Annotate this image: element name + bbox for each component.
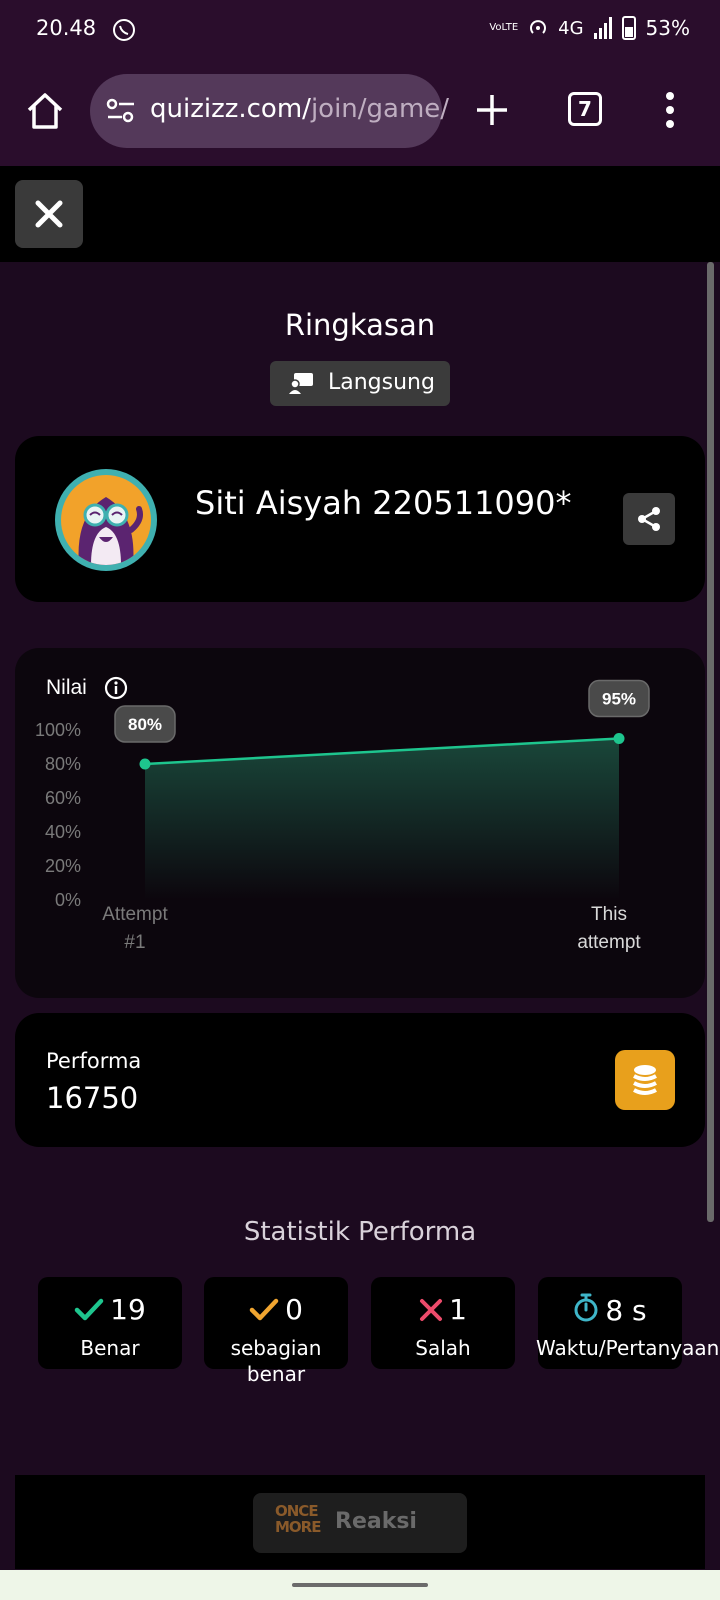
mode-badge-label: Langsung [328,370,435,395]
browser-chrome: 20.48 VoLTE 4G 53% quizizz.com/join/game… [0,0,720,166]
stat-correct: 19 Benar [38,1277,182,1369]
stat-wrong: 1 Salah [371,1277,515,1369]
share-button[interactable] [623,493,675,545]
share-icon [638,507,660,531]
battery-percent: 53% [645,16,690,40]
check-icon [249,1298,279,1321]
stat-wrong-label: Salah [415,1336,471,1360]
close-icon [35,200,63,228]
avatar-character-icon [78,497,143,565]
hotspot-icon [530,20,547,34]
user-name: Siti Aisyah 220511090* [195,484,572,522]
avatar [55,469,157,571]
volte-icon: VoLTE [489,22,519,33]
y-tick-label: 40% [45,822,81,842]
reaction-bar: ONCE MORE Reaksi [15,1475,705,1569]
performance-label: Performa [46,1049,142,1073]
home-icon[interactable] [24,90,66,132]
x-tick-label: Attempt #1 [102,904,168,953]
quiz-top-bar [0,166,720,262]
stat-wrong-value: 1 [449,1293,467,1326]
info-icon[interactable] [104,676,128,700]
url-domain: quizizz.com/ [150,94,311,124]
cross-icon [420,1299,443,1321]
signal-icon [593,17,612,39]
reaction-logo: ONCE MORE [275,1502,321,1536]
url-text: quizizz.com/join/game/ [150,94,449,124]
stat-time-value: 8 s [605,1294,647,1327]
y-tick-label: 60% [45,788,81,808]
y-tick-label: 100% [35,720,81,740]
stopwatch-icon [574,1293,598,1322]
site-settings-icon[interactable] [106,98,136,124]
score-chart-card: Nilai 100% 80% 60% 40% 20% 0% Attempt #1 This at… [15,648,705,998]
performance-value: 16750 [46,1081,139,1115]
stat-correct-value: 19 [110,1293,146,1326]
network-type: 4G [558,17,584,39]
battery-icon [621,16,636,40]
stats-title: Statistik Performa [243,1217,477,1247]
reaction-label: Reaksi [335,1509,417,1534]
data-label: 80% [114,705,176,743]
stat-time-label: Waktu/Pertanyaan [536,1336,720,1360]
url-path: join/game/ [310,94,450,124]
profile-card: Siti Aisyah 220511090* [15,436,705,602]
whatsapp-icon [113,19,135,41]
check-icon [74,1298,104,1321]
data-label: 95% [588,679,650,718]
stat-partial: 0 sebagian benar [204,1277,348,1386]
score-chart: Nilai 100% 80% 60% 40% 20% 0% Attempt #1 This at… [35,676,650,953]
address-bar-row: quizizz.com/join/game/ 7 [0,72,720,150]
page-title: Ringkasan [284,308,436,342]
reaction-button[interactable]: ONCE MORE Reaksi [253,1493,467,1553]
home-gesture-handle[interactable] [292,1583,428,1587]
x-tick-label: This attempt [577,904,641,953]
close-button[interactable] [15,180,83,248]
stat-partial-value: 0 [285,1293,303,1326]
data-point[interactable] [139,758,151,770]
chart-title: Nilai [46,676,87,699]
data-point[interactable] [613,733,625,744]
presentation-icon [289,373,313,394]
url-bar[interactable]: quizizz.com/join/game/ [90,74,449,148]
svg-text:80%: 80% [128,715,162,734]
score-area [145,738,619,900]
scrollbar[interactable] [707,262,714,1222]
stat-time: 8 s Waktu/Pertanyaan [536,1277,719,1369]
performance-card: Performa 16750 [15,1013,705,1147]
gesture-nav-bar [0,1570,720,1600]
stat-partial-label: sebagian benar [230,1336,322,1386]
y-tick-label: 80% [45,754,81,774]
svg-text:95%: 95% [602,690,636,709]
status-indicators: VoLTE 4G 53% [489,16,690,40]
new-tab-icon[interactable] [472,90,512,130]
coins-icon [633,1065,657,1095]
y-tick-label: 0% [55,890,81,910]
status-time: 20.48 [36,16,97,40]
stat-correct-label: Benar [80,1336,140,1360]
y-tick-label: 20% [45,856,81,876]
coins-button[interactable] [615,1050,675,1110]
more-menu-icon[interactable] [664,92,676,132]
status-bar: 20.48 VoLTE 4G 53% [0,0,720,60]
tab-switcher-button[interactable]: 7 [568,92,602,126]
mode-badge: Langsung [270,361,450,406]
